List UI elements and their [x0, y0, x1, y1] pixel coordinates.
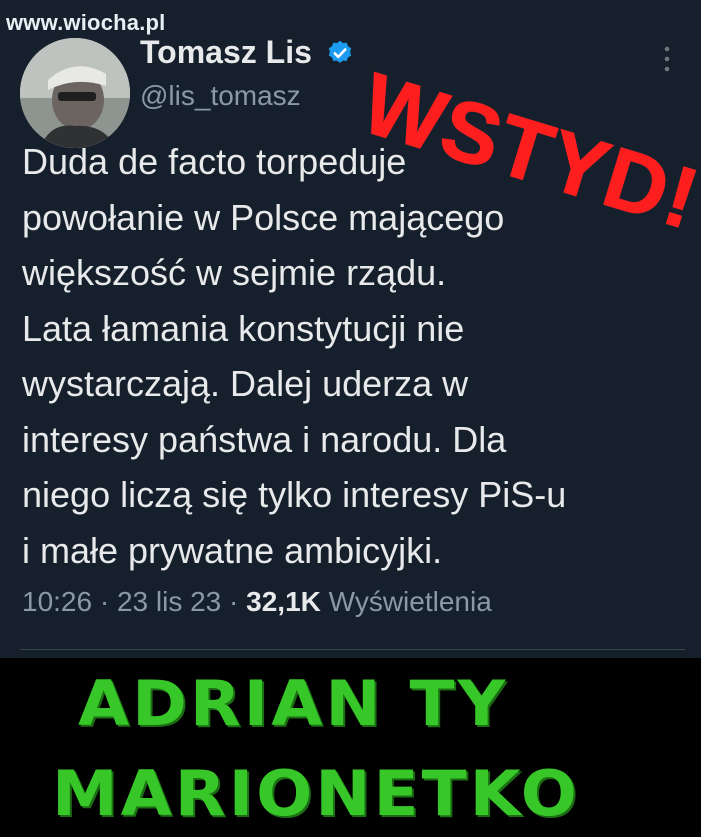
author-name[interactable]: Tomasz Lis: [140, 34, 312, 71]
tweet-line: Duda de facto torpeduje: [22, 141, 407, 182]
tweet-line: większość w sejmie rządu.: [22, 252, 447, 293]
views-label[interactable]: Wyświetlenia: [329, 586, 492, 617]
author-handle[interactable]: @lis_tomasz: [140, 80, 301, 112]
meta-separator: ·: [229, 586, 247, 617]
tweet-line: niego liczą się tylko interesy PiS-u: [22, 474, 567, 515]
verified-badge-icon: [328, 40, 352, 63]
meta-separator: ·: [99, 586, 117, 617]
tweet-text: Duda de facto torpeduje powołanie w Pols…: [22, 134, 692, 578]
caption-line-1: ADRIAN TY: [78, 666, 509, 741]
views-count: 32,1K: [246, 586, 321, 617]
divider: [20, 649, 685, 650]
tweet-time[interactable]: 10:26: [22, 586, 92, 617]
avatar-photo-icon: [20, 38, 130, 148]
more-options-icon[interactable]: [660, 44, 674, 74]
tweet-line: Lata łamania konstytucji nie: [22, 307, 465, 349]
tweet-meta: 10:26 · 23 lis 23 · 32,1K Wyświetlenia: [22, 586, 492, 618]
avatar[interactable]: [20, 38, 130, 148]
tweet-line: i małe prywatne ambicyjki.: [22, 529, 443, 571]
tweet-line: interesy państwa i narodu. Dla: [22, 418, 507, 460]
tweet-line: wystarczają. Dalej uderza w: [22, 363, 469, 404]
caption-line-2: MARIONETKO: [52, 756, 580, 831]
site-watermark: www.wiocha.pl: [6, 10, 166, 35]
tweet-date[interactable]: 23 lis 23: [117, 586, 221, 617]
tweet-card: www.wiocha.pl Tomasz Lis @lis_tomasz WST…: [0, 0, 701, 655]
tweet-line: powołanie w Polsce mającego: [22, 196, 505, 238]
